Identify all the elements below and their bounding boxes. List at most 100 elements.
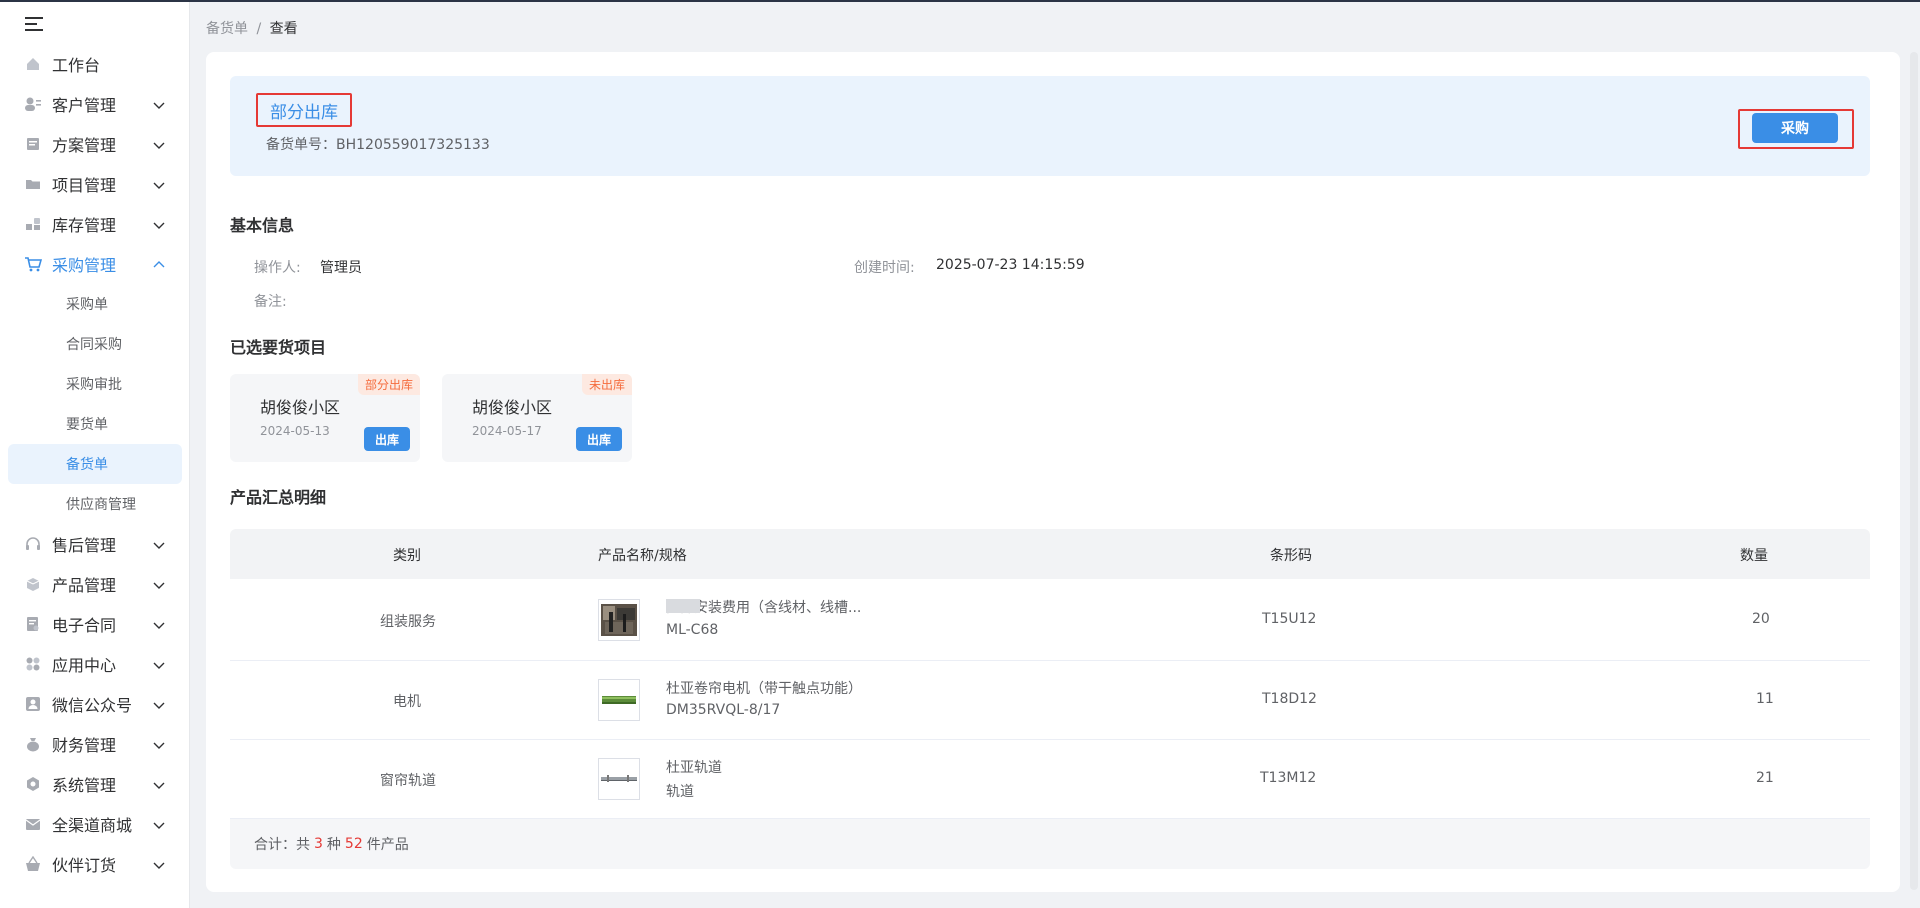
chevron-down-icon [152, 217, 166, 231]
barcode-cell: T18D12 [1262, 691, 1317, 707]
column-header-quantity: 数量 [1740, 548, 1768, 564]
project-name: 胡俊俊小区 [472, 398, 553, 417]
sidebar-item[interactable]: 电子合同 [0, 604, 190, 644]
chevron-down-icon [152, 737, 166, 751]
remark-label: 备注: [254, 294, 287, 310]
operator-value: 管理员 [320, 260, 362, 276]
sidebar-item[interactable]: 方案管理 [0, 124, 190, 164]
sidebar-subitem[interactable]: 合同采购 [0, 324, 190, 364]
sidebar-item[interactable]: 系统管理 [0, 764, 190, 804]
sidebar-subitem[interactable]: 采购单 [0, 284, 190, 324]
breadcrumb-separator: / [256, 21, 262, 37]
inventory-icon [24, 215, 42, 233]
project-card[interactable]: 胡俊俊小区 2024-05-17 未出库 出库 [442, 374, 632, 462]
sidebar-item-label: 伙伴订货 [52, 856, 117, 875]
basket-icon [24, 855, 42, 873]
summary-suffix: 件产品 [366, 837, 409, 853]
sidebar-item-label: 微信公众号 [52, 696, 133, 715]
category-cell: 电机 [393, 694, 421, 710]
category-cell: 窗帘轨道 [380, 773, 436, 789]
sidebar-item[interactable]: 库存管理 [0, 204, 190, 244]
sidebar-item-label: 采购管理 [52, 256, 117, 275]
sidebar-item-label: 电子合同 [52, 616, 117, 635]
chevron-down-icon [152, 577, 166, 591]
order-number-label: 备货单号： [266, 137, 336, 153]
quantity-cell: 21 [1756, 770, 1774, 786]
sidebar-item[interactable]: 应用中心 [0, 644, 190, 684]
created-time-value: 2025-07-23 14:15:59 [936, 257, 1085, 273]
summary-mid: 种 [326, 837, 341, 853]
sidebar-item-label: 产品管理 [52, 576, 117, 595]
table-footer-summary: 合计：共 3 种 52 件产品 [230, 819, 1870, 869]
cart-icon [24, 255, 42, 273]
chevron-down-icon [152, 137, 166, 151]
stock-out-button[interactable]: 出库 [576, 427, 622, 451]
purchase-button[interactable]: 采购 [1752, 113, 1838, 143]
sidebar-item[interactable]: 客户管理 [0, 84, 190, 124]
product-thumbnail [598, 758, 640, 800]
chevron-up-icon [152, 257, 166, 271]
product-thumbnail [598, 599, 640, 641]
sidebar-subitem[interactable]: 采购审批 [0, 364, 190, 404]
sidebar-item[interactable]: 微信公众号 [0, 684, 190, 724]
chevron-down-icon [152, 617, 166, 631]
sidebar-item-label: 工作台 [52, 56, 101, 75]
quantity-cell: 20 [1752, 611, 1770, 627]
column-header-category: 类别 [393, 548, 421, 564]
top-border [0, 0, 1920, 2]
product-spec: ML-C68 [666, 622, 719, 638]
chevron-down-icon [152, 697, 166, 711]
status-badge: 部分出库 [357, 374, 420, 395]
breadcrumb-current: 查看 [269, 21, 298, 37]
created-time-label: 创建时间: [854, 260, 915, 276]
product-name: 杜亚卷帘电机（带干触点功能） [666, 681, 862, 697]
order-number-value: BH120559017325133 [336, 137, 490, 153]
chevron-down-icon [152, 97, 166, 111]
projects-title-text: 已选要货项目 [230, 338, 327, 357]
sidebar-item[interactable]: 产品管理 [0, 564, 190, 604]
sidebar-item-label: 系统管理 [52, 776, 117, 795]
headset-icon [24, 535, 42, 553]
sidebar: 工作台客户管理方案管理项目管理库存管理采购管理采购单 合同采购 采购审批 要货单 备货单… [0, 2, 190, 908]
apps-icon [24, 655, 42, 673]
table-row[interactable]: 电机 杜亚卷帘电机（带干触点功能） DM35RVQL-8/17 T18D12 1… [230, 661, 1870, 740]
quantity-cell: 11 [1756, 691, 1774, 707]
sidebar-subitem[interactable]: 供应商管理 [0, 484, 190, 524]
sidebar-item[interactable]: 全渠道商城 [0, 804, 190, 844]
stock-out-button[interactable]: 出库 [364, 427, 410, 451]
sidebar-item[interactable]: 售后管理 [0, 524, 190, 564]
money-bag-icon [24, 735, 42, 753]
sidebar-item-label: 全渠道商城 [52, 816, 133, 835]
chevron-down-icon [152, 657, 166, 671]
sidebar-item-label: 方案管理 [52, 136, 117, 155]
sidebar-subitem[interactable]: 要货单 [0, 404, 190, 444]
folder-icon [24, 175, 42, 193]
sidebar-item[interactable]: 工作台 [0, 44, 190, 84]
page-scrollbar[interactable] [1910, 52, 1918, 890]
table-row[interactable]: 窗帘轨道 杜亚轨道 轨道 T13M12 21 [230, 740, 1870, 819]
sidebar-item[interactable]: 伙伴订货 [0, 844, 190, 884]
box-icon [24, 575, 42, 593]
sidebar-subitem[interactable]: 备货单 [8, 444, 182, 484]
sidebar-item[interactable]: 项目管理 [0, 164, 190, 204]
barcode-cell: T13M12 [1260, 770, 1317, 786]
menu-toggle-icon[interactable] [25, 16, 45, 32]
sidebar-item[interactable]: 采购管理 [0, 244, 190, 284]
settings-icon [24, 775, 42, 793]
project-card[interactable]: 胡俊俊小区 2024-05-13 部分出库 出库 [230, 374, 420, 462]
breadcrumb-parent[interactable]: 备货单 [206, 21, 248, 37]
table-row[interactable]: 组装服务 内部安装费用（含线材、线槽... ML-C68 T15U12 20 [230, 579, 1870, 661]
chevron-down-icon [152, 777, 166, 791]
purchase-button-highlight: 采购 [1738, 109, 1854, 149]
order-number: 备货单号：BH120559017325133 [266, 134, 490, 154]
breadcrumb: 备货单 / 查看 [206, 18, 298, 38]
product-name: 杜亚轨道 [666, 760, 722, 776]
sidebar-item-label: 财务管理 [52, 736, 117, 755]
project-name: 胡俊俊小区 [260, 398, 341, 417]
operator-label: 操作人: [254, 260, 301, 276]
sidebar-item[interactable]: 财务管理 [0, 724, 190, 764]
products-title: 产品汇总明细 [230, 484, 331, 508]
summary-total: 52 [344, 836, 363, 852]
sidebar-item-label: 项目管理 [52, 176, 117, 195]
sidebar-item-label: 售后管理 [52, 536, 117, 555]
